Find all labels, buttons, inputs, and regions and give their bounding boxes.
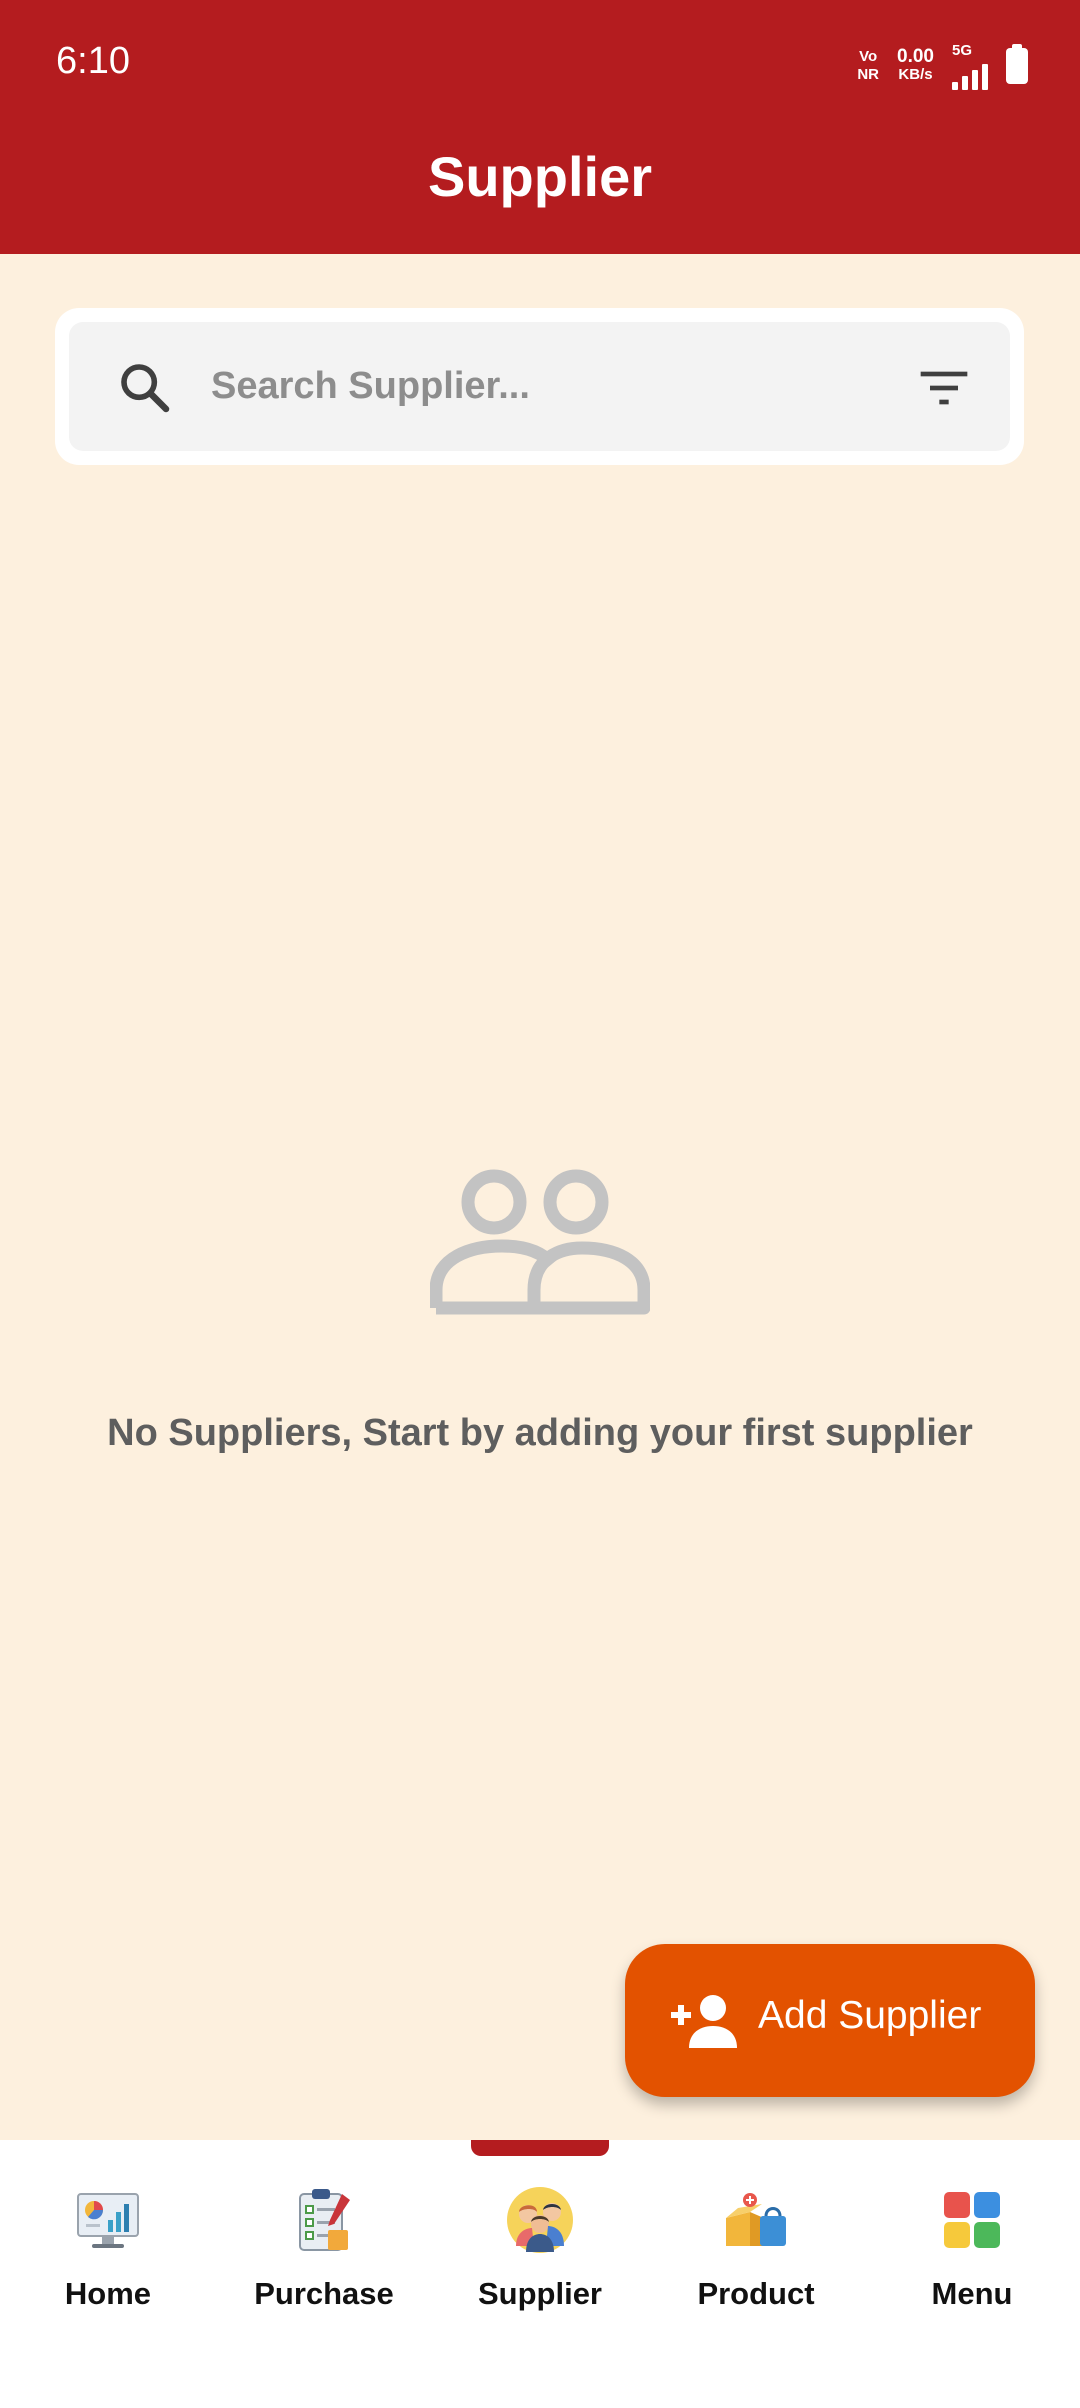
battery-icon xyxy=(1006,44,1028,84)
empty-state-message: No Suppliers, Start by adding your first… xyxy=(107,1412,973,1454)
nav-label-product: Product xyxy=(697,2276,815,2311)
filter-icon[interactable] xyxy=(916,360,972,416)
nav-label-home: Home xyxy=(64,2276,152,2311)
nav-item-supplier[interactable]: Supplier xyxy=(432,2184,648,2344)
page-title: Supplier xyxy=(427,145,653,208)
add-supplier-label: Add Supplier xyxy=(758,1994,982,2037)
product-box-icon xyxy=(726,2193,786,2246)
bottom-nav: Home Purchase Supplier Product Menu xyxy=(0,2140,1080,2408)
add-supplier-button[interactable]: Add Supplier xyxy=(625,1944,1035,2097)
nav-item-home[interactable]: Home xyxy=(0,2184,216,2344)
add-person-icon xyxy=(671,1995,737,2048)
nav-label-menu: Menu xyxy=(931,2276,1013,2311)
grid-menu-icon xyxy=(944,2192,1000,2248)
status-time: 6:10 xyxy=(56,40,130,82)
clipboard-checklist-icon xyxy=(299,2189,350,2251)
nav-label-supplier: Supplier xyxy=(477,2276,602,2311)
active-tab-indicator xyxy=(471,2140,609,2156)
search-input[interactable] xyxy=(211,350,871,422)
status-indicators: Vo NR 0.00 KB/s 5G xyxy=(857,42,1028,90)
nav-label-purchase: Purchase xyxy=(254,2276,394,2311)
volte-indicator: Vo NR xyxy=(857,48,880,83)
signal-icon: 5G xyxy=(952,42,988,90)
nav-item-purchase[interactable]: Purchase xyxy=(216,2184,432,2344)
dashboard-monitor-icon xyxy=(77,2193,139,2248)
app-bar: Supplier xyxy=(0,126,1080,254)
nav-item-menu[interactable]: Menu xyxy=(864,2184,1080,2344)
nav-item-product[interactable]: Product xyxy=(648,2184,864,2344)
network-speed: 0.00 KB/s xyxy=(897,46,934,83)
status-bar: 6:10 Vo NR 0.00 KB/s 5G xyxy=(0,0,1080,126)
search-icon[interactable] xyxy=(117,360,173,416)
people-icon xyxy=(430,1169,650,1315)
search-card xyxy=(55,308,1024,465)
search-bar xyxy=(69,322,1010,451)
supplier-people-icon xyxy=(507,2187,573,2253)
